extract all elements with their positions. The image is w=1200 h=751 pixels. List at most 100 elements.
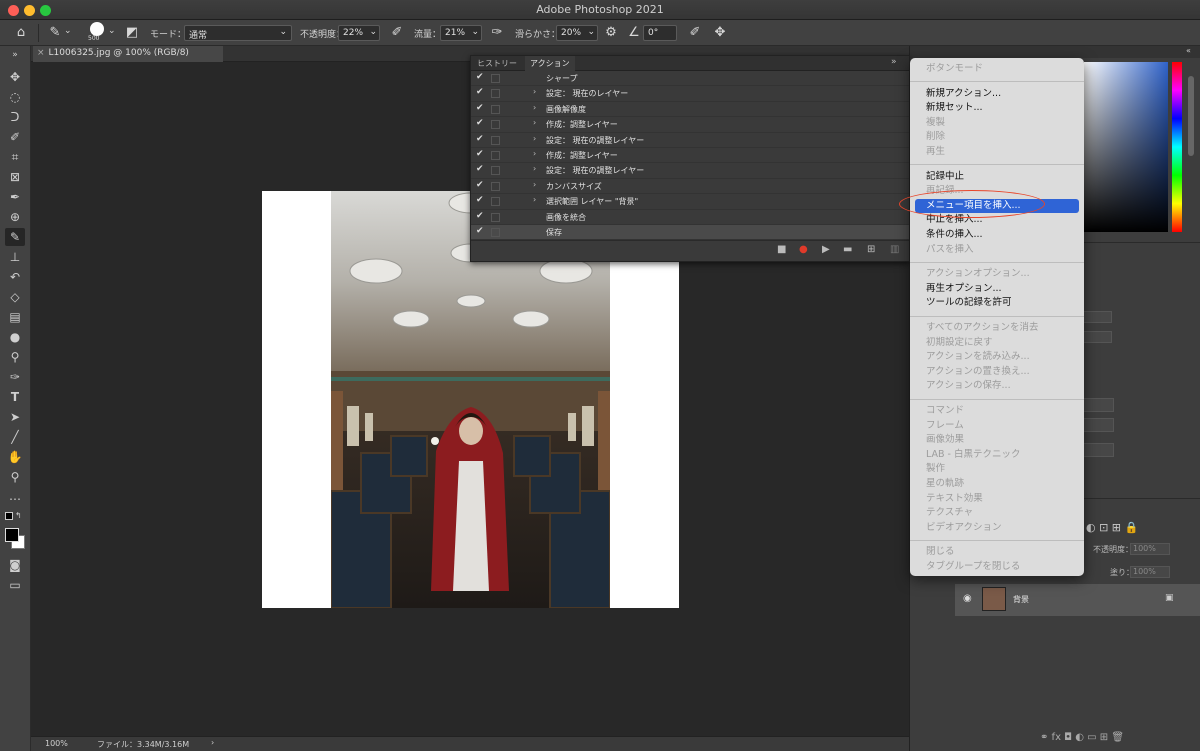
eye-icon[interactable]: ◉: [963, 593, 972, 604]
brush-settings-icon[interactable]: ◩: [123, 24, 141, 42]
opacity-input[interactable]: 22% ⌄: [338, 25, 380, 41]
angle-input[interactable]: 0°: [643, 25, 677, 41]
folder-icon[interactable]: ▬: [843, 244, 852, 255]
dialog-toggle-box[interactable]: [491, 89, 500, 99]
action-row[interactable]: ✔ › カンバスサイズ: [471, 179, 909, 195]
property-select[interactable]: [1080, 418, 1114, 432]
menu-item[interactable]: 記録中止: [910, 170, 1084, 185]
chevron-right-icon[interactable]: ›: [533, 195, 536, 204]
new-action-icon[interactable]: ⊞: [867, 244, 875, 255]
line-tool-icon[interactable]: ╱: [5, 428, 25, 446]
pen-tool-icon[interactable]: ✑: [5, 368, 25, 386]
zoom-tool-icon[interactable]: ⚲: [5, 468, 25, 486]
chevron-right-icon[interactable]: ›: [533, 134, 536, 143]
property-field[interactable]: [1080, 311, 1112, 323]
default-colors-icon[interactable]: [5, 512, 13, 520]
layers-footer-icons[interactable]: ⚭ fx ◘ ◐ ▭ ⊞ 🗑: [1040, 732, 1124, 743]
gradient-tool-icon[interactable]: ▤: [5, 308, 25, 326]
chevron-right-icon[interactable]: ›: [533, 118, 536, 127]
check-icon[interactable]: ✔: [476, 103, 484, 113]
dialog-toggle-box[interactable]: [491, 151, 500, 160]
screen-mode-icon[interactable]: ▭: [5, 576, 25, 594]
scrollbar[interactable]: [1188, 76, 1194, 156]
action-row[interactable]: ✔ 保存: [471, 225, 909, 241]
healing-brush-tool-icon[interactable]: ⊕: [5, 208, 25, 226]
pressure-size-icon[interactable]: ✐: [686, 24, 704, 42]
menu-item[interactable]: 再生オプション...: [910, 282, 1084, 297]
chevron-right-icon[interactable]: ›: [533, 180, 536, 189]
action-row[interactable]: ✔ › 選択範囲 レイヤー "背景": [471, 194, 909, 210]
check-icon[interactable]: ✔: [476, 180, 484, 190]
gear-icon[interactable]: ⚙: [602, 24, 620, 42]
menu-item[interactable]: 新規セット...: [910, 101, 1084, 116]
menu-item[interactable]: ツールの記録を許可: [910, 296, 1084, 311]
layer-fill-input[interactable]: 100%: [1130, 566, 1170, 578]
move-tool-icon[interactable]: ✥: [5, 68, 25, 86]
action-row[interactable]: ✔ › 設定： 現在の調整レイヤー: [471, 133, 909, 148]
tab-actions[interactable]: アクション: [525, 56, 575, 71]
pressure-opacity-icon[interactable]: ✐: [388, 24, 406, 42]
mode-select[interactable]: 通常 ⌄: [184, 25, 292, 41]
blur-tool-icon[interactable]: ●: [5, 328, 25, 346]
hue-slider[interactable]: [1172, 62, 1182, 232]
brush-preset-icon[interactable]: [90, 22, 104, 36]
dialog-toggle-box[interactable]: [491, 228, 500, 237]
lock-icons[interactable]: ◐ ⊡ ⊞ 🔒: [1086, 521, 1138, 534]
dialog-toggle-box[interactable]: [491, 104, 500, 114]
record-icon[interactable]: ●: [799, 244, 808, 255]
symmetry-icon[interactable]: ✥: [711, 24, 729, 42]
check-icon[interactable]: ✔: [476, 195, 484, 205]
dialog-toggle-box[interactable]: [491, 135, 500, 145]
hand-tool-icon[interactable]: ✋: [5, 448, 25, 466]
check-icon[interactable]: ✔: [476, 226, 484, 236]
check-icon[interactable]: ✔: [476, 149, 484, 159]
more-tools-icon[interactable]: ⋯: [5, 490, 25, 508]
dialog-toggle-box[interactable]: [491, 166, 500, 176]
action-row[interactable]: ✔ › 設定： 現在のレイヤー: [471, 86, 909, 102]
layer-opacity-input[interactable]: 100%: [1130, 543, 1170, 555]
tab-history[interactable]: ヒストリー: [477, 58, 517, 69]
stop-icon[interactable]: ■: [777, 244, 786, 255]
property-select[interactable]: [1080, 443, 1114, 457]
action-row[interactable]: ✔ シャープ: [471, 71, 909, 87]
brush-tool-icon[interactable]: ✎: [46, 24, 64, 42]
action-row[interactable]: ✔ › 作成：調整レイヤー: [471, 148, 909, 164]
action-row[interactable]: ✔ › 画像解像度: [471, 102, 909, 118]
chevron-down-icon[interactable]: ⌄: [108, 26, 116, 36]
color-picker-field[interactable]: [1084, 62, 1168, 232]
stamp-tool-icon[interactable]: ⊥: [5, 248, 25, 266]
property-select[interactable]: [1080, 398, 1114, 412]
property-field[interactable]: [1080, 331, 1112, 343]
panel-menu-icon[interactable]: »: [891, 57, 897, 67]
dodge-tool-icon[interactable]: ⚲: [5, 348, 25, 366]
check-icon[interactable]: ✔: [476, 164, 484, 174]
layer-row-background[interactable]: ◉ 背景 ▣: [955, 584, 1200, 616]
check-icon[interactable]: ✔: [476, 72, 484, 82]
chevron-down-icon[interactable]: ⌄: [64, 26, 72, 36]
chevron-right-icon[interactable]: ›: [533, 149, 536, 158]
check-icon[interactable]: ✔: [476, 118, 484, 128]
eyedropper-tool-icon[interactable]: ✒: [5, 188, 25, 206]
eraser-tool-icon[interactable]: ◇: [5, 288, 25, 306]
foreground-color-swatch[interactable]: [5, 528, 19, 542]
chevron-right-icon[interactable]: ›: [211, 738, 214, 747]
check-icon[interactable]: ✔: [476, 87, 484, 97]
lasso-tool-icon[interactable]: ᑐ: [5, 108, 25, 126]
zoom-level[interactable]: 100%: [45, 739, 68, 748]
action-row[interactable]: ✔ › 作成：調整レイヤー: [471, 117, 909, 133]
menu-item[interactable]: 条件の挿入...: [910, 228, 1084, 243]
swap-colors-icon[interactable]: ↰: [15, 511, 22, 520]
chevron-right-icon[interactable]: ›: [533, 164, 536, 173]
quick-mask-icon[interactable]: ◙: [5, 556, 25, 574]
dialog-toggle-box[interactable]: [491, 212, 500, 222]
path-selection-tool-icon[interactable]: ➤: [5, 408, 25, 426]
history-brush-tool-icon[interactable]: ↶: [5, 268, 25, 286]
document-tab[interactable]: × L1006325.jpg @ 100% (RGB/8): [33, 46, 223, 62]
quick-select-tool-icon[interactable]: ✐: [5, 128, 25, 146]
brush-tool-icon[interactable]: ✎: [5, 228, 25, 246]
expand-icon[interactable]: »: [5, 46, 25, 64]
collapse-icon[interactable]: «: [1186, 46, 1191, 55]
check-icon[interactable]: ✔: [476, 211, 484, 221]
dialog-toggle-box[interactable]: [491, 120, 500, 130]
home-icon[interactable]: ⌂: [12, 24, 30, 42]
